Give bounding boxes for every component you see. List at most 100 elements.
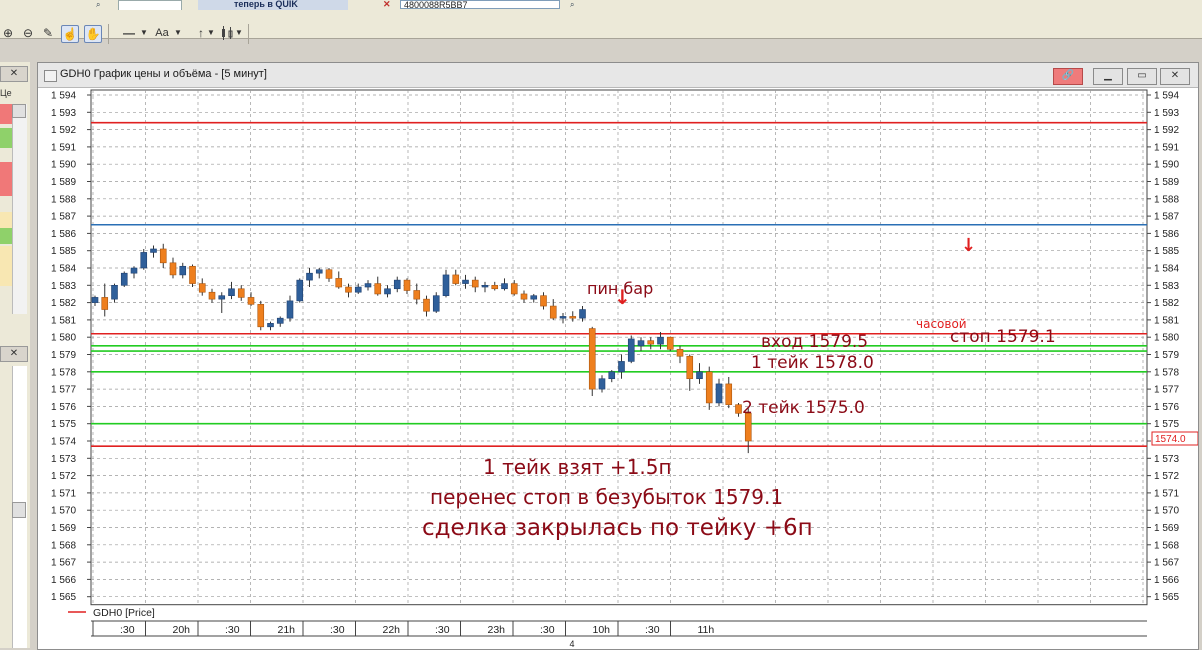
close-icon[interactable]: ✕ — [0, 346, 28, 362]
y-tick-label-left: 1 566 — [51, 575, 76, 586]
candle-body — [569, 316, 577, 319]
candle-body — [374, 283, 382, 295]
candle-body — [218, 295, 226, 300]
close-button[interactable]: ✕ — [1160, 68, 1190, 85]
chart-title-bar: GDH0 График цены и объёма - [5 минут] 🔗 … — [38, 63, 1198, 88]
y-tick-label-left: 1 569 — [51, 523, 76, 534]
y-tick-label-right: 1 567 — [1154, 558, 1179, 569]
candle-body — [481, 285, 489, 288]
crosshair-icon[interactable]: ⊕ — [0, 25, 16, 41]
close-icon[interactable]: ✕ — [0, 66, 28, 82]
scrollbar[interactable] — [12, 104, 27, 314]
line-style-button[interactable]: — — [116, 25, 142, 41]
candle-body — [715, 383, 723, 404]
y-tick-label-left: 1 581 — [51, 315, 76, 326]
candle-body — [267, 323, 274, 328]
candle-body — [705, 371, 713, 404]
y-tick-label-left: 1 572 — [51, 471, 76, 482]
candle-body — [608, 371, 616, 380]
candle-body — [198, 283, 206, 293]
y-tick-label-right: 1 570 — [1154, 506, 1179, 517]
y-tick-label-right: 1 569 — [1154, 523, 1179, 534]
y-tick-label-right: 1 581 — [1154, 315, 1179, 326]
x-tick-label: :30 — [330, 624, 345, 636]
candle-body — [403, 279, 411, 291]
candle-body — [501, 283, 508, 290]
y-tick-label-left: 1 586 — [51, 229, 76, 240]
y-tick-label-left: 1 567 — [51, 558, 76, 569]
candle-body — [228, 288, 235, 296]
row-red — [0, 162, 12, 196]
candle-body — [627, 338, 635, 362]
legend-label: GDH0 [Price] — [93, 607, 155, 619]
y-tick-label-left: 1 585 — [51, 246, 76, 257]
take2-label: 2 тейк 1575.0 — [742, 398, 865, 418]
zoom-out-icon[interactable]: ⊖ — [20, 25, 36, 41]
candle-body — [354, 286, 362, 293]
scroll-thumb[interactable] — [12, 502, 26, 518]
candle-body — [413, 290, 421, 300]
candlestick-icon[interactable] — [219, 25, 235, 41]
candle-body — [520, 293, 528, 300]
row-yellow — [0, 212, 12, 228]
search-icon[interactable]: ⌕ — [570, 0, 582, 9]
y-tick-label-left: 1 594 — [51, 91, 76, 102]
candle-body — [325, 269, 333, 279]
pin-bar-label: пин бар — [587, 279, 654, 298]
candle-body — [140, 252, 148, 269]
scroll-thumb[interactable] — [12, 104, 26, 118]
price-chart[interactable]: 1 594 1 594 1 593 1 593 1 592 1 592 1 591 1 591… — [38, 87, 1198, 649]
x-tick-label: :30 — [645, 624, 660, 636]
y-tick-label-right: 1 583 — [1154, 281, 1179, 292]
close-account-icon[interactable]: ✕ — [383, 0, 395, 9]
separator — [248, 24, 249, 44]
candle-body — [559, 316, 567, 319]
candle-body — [306, 272, 313, 281]
pencil-icon[interactable]: ✎ — [40, 25, 56, 41]
font-button[interactable]: Aa — [152, 25, 172, 41]
link-icon[interactable]: 🔗 — [1053, 68, 1083, 85]
separator — [108, 24, 109, 44]
candle-body — [364, 283, 372, 288]
x-tick-label: 11h — [698, 624, 715, 636]
y-tick-label-right: 1 565 — [1154, 592, 1179, 603]
y-tick-label-right: 1 593 — [1154, 108, 1179, 119]
hand-select-icon[interactable]: ☝ — [61, 25, 79, 43]
candle-body — [510, 283, 518, 295]
x-tick-label: :30 — [435, 624, 450, 636]
y-tick-label-left: 1 570 — [51, 506, 76, 517]
chevron-down-icon[interactable]: ▼ — [235, 25, 243, 41]
x-tick-label: 22h — [383, 624, 401, 636]
candle-body — [676, 349, 684, 357]
quik-banner[interactable]: теперь в QUIK — [198, 0, 348, 10]
candle-body — [491, 285, 499, 290]
y-tick-label-right: 1 580 — [1154, 333, 1179, 344]
chevron-down-icon[interactable]: ▼ — [207, 25, 215, 41]
candle-body — [452, 274, 460, 284]
y-tick-label-left: 1 576 — [51, 402, 76, 413]
y-tick-label-left: 1 583 — [51, 281, 76, 292]
chevron-down-icon[interactable]: ▼ — [174, 25, 182, 41]
y-tick-label-left: 1 571 — [51, 488, 76, 499]
hand-pan-icon[interactable]: ✋ — [84, 25, 102, 43]
minimize-button[interactable]: ▁ — [1093, 68, 1123, 85]
drawing-toolbar: ⊕ ⊖ ✎ ☝ ✋ — ▼ Aa ▼ ↑ ▼ ▼ — [0, 10, 1202, 44]
y-tick-label-right: 1 586 — [1154, 229, 1179, 240]
candle-body — [150, 248, 157, 253]
entry-label: вход 1579.5 — [761, 332, 869, 352]
candle-body — [315, 269, 323, 274]
zoom-icon[interactable]: ⌕ — [96, 0, 108, 9]
y-tick-label-left: 1 578 — [51, 367, 76, 378]
candle-body — [276, 317, 284, 324]
candle-body — [696, 371, 703, 380]
candle-body — [345, 286, 352, 293]
y-tick-label-right: 1 571 — [1154, 488, 1179, 499]
legend: GDH0 [Price] — [68, 607, 155, 619]
y-tick-label-left: 1 580 — [51, 333, 76, 344]
chevron-down-icon[interactable]: ▼ — [140, 25, 148, 41]
stop-label: стоп 1579.1 — [950, 327, 1056, 347]
candle-body — [540, 295, 547, 307]
y-tick-label-right: 1 573 — [1154, 454, 1179, 465]
account-select[interactable]: 4800088R5BB7 — [400, 0, 560, 9]
maximize-button[interactable]: ▭ — [1127, 68, 1157, 85]
